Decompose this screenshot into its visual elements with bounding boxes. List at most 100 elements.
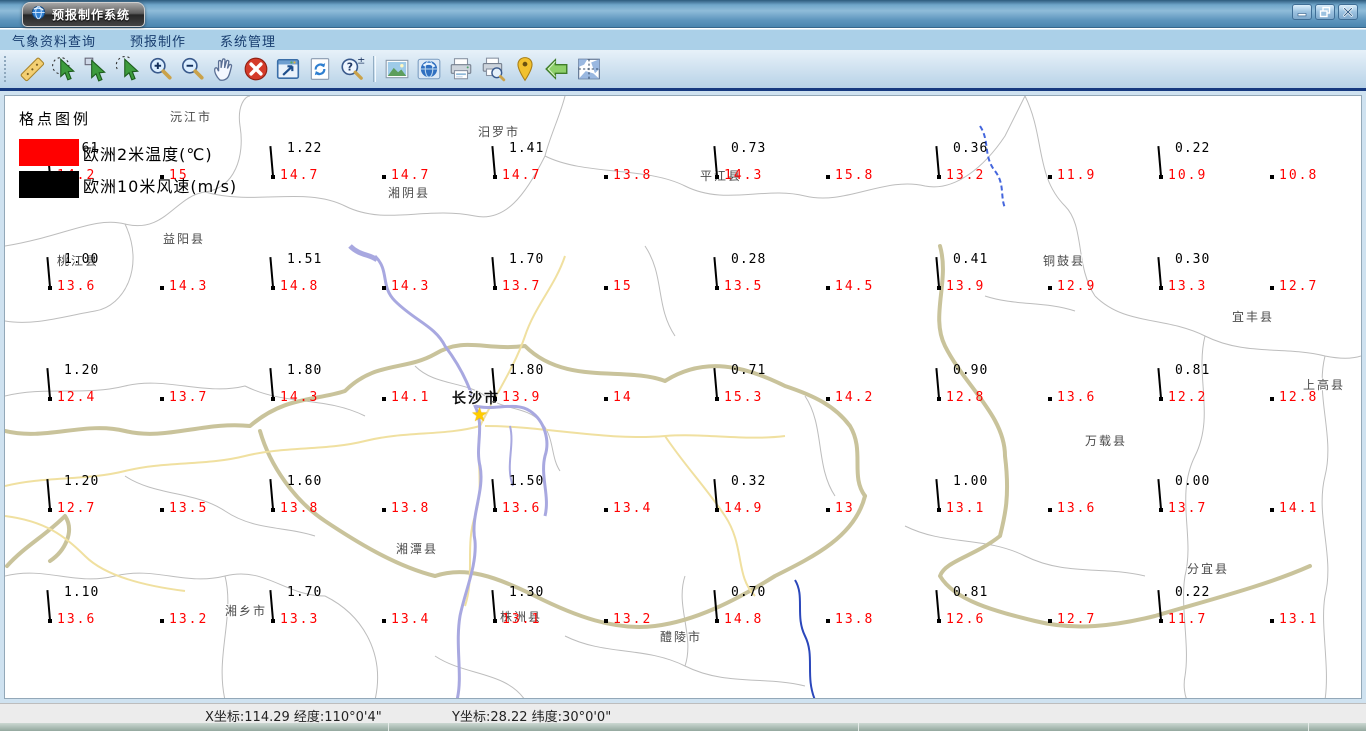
legend-item: 欧洲2米温度(℃) xyxy=(19,139,237,166)
grid-temp-value: 13.7 xyxy=(502,279,542,294)
grid-wind-value: 0.70 xyxy=(731,585,767,600)
menu-forecast-production[interactable]: 预报制作 xyxy=(130,31,186,50)
svg-text:?: ? xyxy=(347,61,353,74)
legend-swatch xyxy=(19,171,79,198)
grid-temp-value: 13.8 xyxy=(391,501,431,516)
grid-temp-value: 11.9 xyxy=(1057,168,1097,183)
map-place-label: 万载县 xyxy=(1085,434,1128,448)
grid-point-dot xyxy=(382,286,386,290)
grid-wind-value: 0.81 xyxy=(953,585,989,600)
toolbar: ? ± xyxy=(0,50,1366,88)
grid-wind-value: 0.22 xyxy=(1175,141,1211,156)
grid-wind-value: 1.51 xyxy=(287,252,323,267)
window-bottom-edge xyxy=(0,723,1366,731)
grid-point-dot xyxy=(1048,619,1052,623)
grid-temp-value: 15.3 xyxy=(724,390,764,405)
grid-temp-value: 14.5 xyxy=(835,279,875,294)
zoom-out-button[interactable] xyxy=(176,53,208,85)
legend-items: 欧洲2米温度(℃) 欧洲10米风速(m/s) xyxy=(19,139,237,198)
grid-temp-value: 13.7 xyxy=(169,390,209,405)
grid-point-dot xyxy=(604,508,608,512)
identify-query-button[interactable]: ? ± xyxy=(336,53,368,85)
app-window: 预报制作系统 气象资料查询 预报制作 系统管理 ? ± 沅江市 汨罗市 湘阴县 … xyxy=(0,0,1366,731)
grid-wind-value: 0.28 xyxy=(731,252,767,267)
grid-temp-value: 14.3 xyxy=(391,279,431,294)
cancel-stop-button[interactable] xyxy=(240,53,272,85)
grid-temp-value: 13.8 xyxy=(613,168,653,183)
grid-wind-value: 1.30 xyxy=(509,585,545,600)
menu-weather-data-query[interactable]: 气象资料查询 xyxy=(12,31,96,50)
select-rect-button[interactable] xyxy=(80,53,112,85)
map-place-label: 湘潭县 xyxy=(396,542,439,556)
map-canvas[interactable]: 沅江市 汨罗市 湘阴县 平江县 益阳县 桃江县 铜鼓县 宜丰县 上高县 万载县 分宜县 湘潭县 湘乡市株… xyxy=(4,95,1362,699)
legend-item: 欧洲10米风速(m/s) xyxy=(19,171,237,198)
measure-ruler-button[interactable] xyxy=(16,53,48,85)
zoom-in-button[interactable] xyxy=(144,53,176,85)
grid-wind-value: 0.30 xyxy=(1175,252,1211,267)
grid-point-dot xyxy=(826,286,830,290)
grid-wind-value: 1.22 xyxy=(287,141,323,156)
export-image-button[interactable] xyxy=(381,53,413,85)
grid-temp-value: 14.9 xyxy=(724,501,764,516)
grid-point-dot xyxy=(160,619,164,623)
globe-view-button[interactable] xyxy=(413,53,445,85)
grid-wind-value: 0.73 xyxy=(731,141,767,156)
grid-point-dot xyxy=(382,508,386,512)
refresh-page-button[interactable] xyxy=(304,53,336,85)
window-controls xyxy=(1292,4,1358,20)
grid-temp-value: 14.7 xyxy=(391,168,431,183)
app-title: 预报制作系统 xyxy=(52,8,131,22)
menu-system-management[interactable]: 系统管理 xyxy=(220,31,276,50)
select-circle-button[interactable] xyxy=(48,53,80,85)
map-tiles-button[interactable] xyxy=(573,53,605,85)
pan-hand-button[interactable] xyxy=(208,53,240,85)
location-pin-button[interactable] xyxy=(509,53,541,85)
close-button[interactable] xyxy=(1338,4,1358,20)
statusbar-section-divider xyxy=(1308,723,1309,731)
grid-point-dot xyxy=(382,397,386,401)
grid-wind-value: 0.00 xyxy=(1175,474,1211,489)
grid-temp-value: 13.1 xyxy=(502,612,542,627)
map-place-label: 汨罗市 xyxy=(478,125,521,139)
grid-wind-value: 0.81 xyxy=(1175,363,1211,378)
grid-temp-value: 12.7 xyxy=(57,501,97,516)
legend-title: 格点图例 xyxy=(19,110,92,128)
grid-temp-value: 13.5 xyxy=(724,279,764,294)
grid-temp-value: 14.3 xyxy=(724,168,764,183)
minimize-button[interactable] xyxy=(1292,4,1312,20)
grid-point-dot xyxy=(382,619,386,623)
grid-point-dot xyxy=(1048,286,1052,290)
grid-wind-value: 1.50 xyxy=(509,474,545,489)
select-polygon-button[interactable] xyxy=(112,53,144,85)
grid-temp-value: 12.6 xyxy=(946,612,986,627)
print-preview-button[interactable] xyxy=(477,53,509,85)
app-title-tab[interactable]: 预报制作系统 xyxy=(22,2,146,27)
grid-temp-value: 11.7 xyxy=(1168,612,1208,627)
grid-temp-value: 13.1 xyxy=(1279,612,1319,627)
grid-temp-value: 13.6 xyxy=(1057,501,1097,516)
grid-temp-value: 12.7 xyxy=(1057,612,1097,627)
grid-wind-value: 1.80 xyxy=(509,363,545,378)
grid-point-dot xyxy=(1270,397,1274,401)
grid-wind-value: 1.00 xyxy=(64,252,100,267)
toolbar-grip[interactable] xyxy=(4,56,10,82)
grid-point-dot xyxy=(1048,508,1052,512)
map-place-label: 铜鼓县 xyxy=(1043,254,1086,268)
print-button[interactable] xyxy=(445,53,477,85)
grid-temp-value: 12.8 xyxy=(946,390,986,405)
grid-temp-value: 12.9 xyxy=(1057,279,1097,294)
grid-temp-value: 12.7 xyxy=(1279,279,1319,294)
map-container: 沅江市 汨罗市 湘阴县 平江县 益阳县 桃江县 铜鼓县 宜丰县 上高县 万载县 分宜县 湘潭县 湘乡市株… xyxy=(0,91,1366,703)
statusbar-section-divider xyxy=(388,723,389,731)
menubar: 气象资料查询 预报制作 系统管理 xyxy=(0,29,1366,50)
go-back-button[interactable] xyxy=(541,53,573,85)
full-extent-window-button[interactable] xyxy=(272,53,304,85)
grid-temp-value: 14.7 xyxy=(280,168,320,183)
grid-point-dot xyxy=(1048,175,1052,179)
grid-temp-value: 14 xyxy=(613,390,633,405)
grid-wind-value: 1.20 xyxy=(64,363,100,378)
grid-temp-value: 10.8 xyxy=(1279,168,1319,183)
restore-button[interactable] xyxy=(1315,4,1335,20)
grid-wind-value: 0.71 xyxy=(731,363,767,378)
grid-point-dot xyxy=(604,175,608,179)
